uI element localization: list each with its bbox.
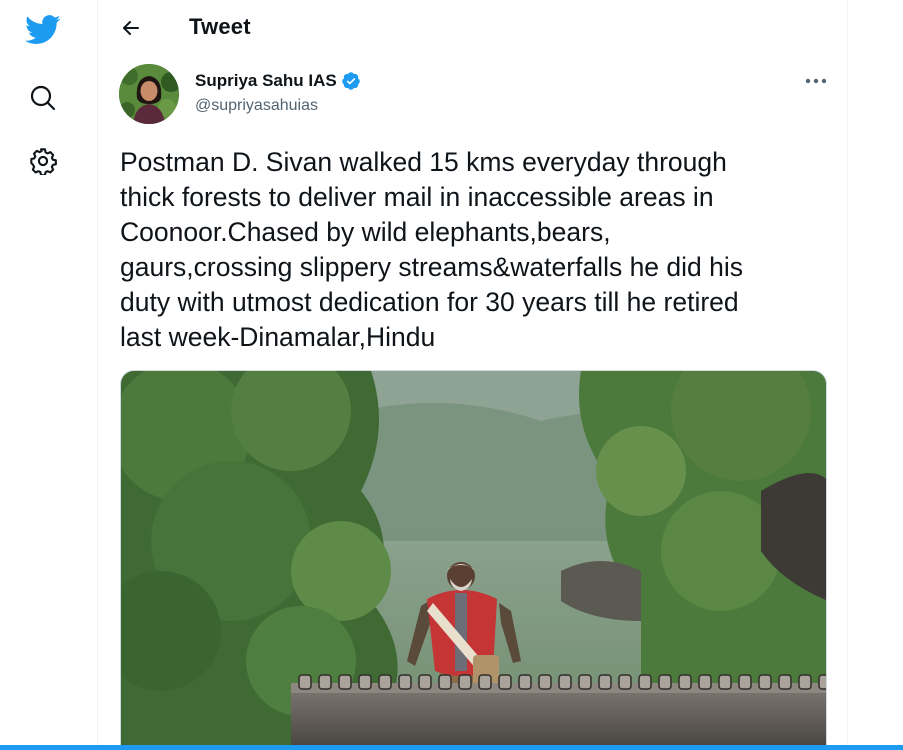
author-name-row: Supriya Sahu IAS <box>195 71 361 91</box>
author-name[interactable]: Supriya Sahu IAS <box>195 71 337 91</box>
more-horizontal-icon <box>805 78 827 84</box>
bottom-accent-bar <box>0 745 903 750</box>
avatar[interactable] <box>119 64 179 124</box>
page-header: Tweet <box>99 0 847 55</box>
arrow-left-icon <box>123 21 139 35</box>
author-handle[interactable]: @supriyasahuias <box>195 97 318 115</box>
left-nav <box>0 0 98 750</box>
tweet-detail-column: Tweet Supriya Sahu IAS @supriyasahuias P… <box>99 0 848 750</box>
tweet-photo[interactable] <box>120 370 827 750</box>
tweet-author: Supriya Sahu IAS @supriyasahuias <box>99 63 847 127</box>
back-button[interactable] <box>113 12 149 44</box>
twitter-app: Tweet Supriya Sahu IAS @supriyasahuias P… <box>0 0 903 750</box>
more-options-button[interactable] <box>802 67 830 95</box>
twitter-bird-icon[interactable] <box>21 10 65 50</box>
gear-icon[interactable] <box>25 143 61 179</box>
page-title: Tweet <box>189 14 251 39</box>
verified-badge-icon <box>341 72 360 90</box>
tweet-text: Postman D. Sivan walked 15 kms everyday … <box>120 147 744 352</box>
search-icon[interactable] <box>25 80 61 116</box>
